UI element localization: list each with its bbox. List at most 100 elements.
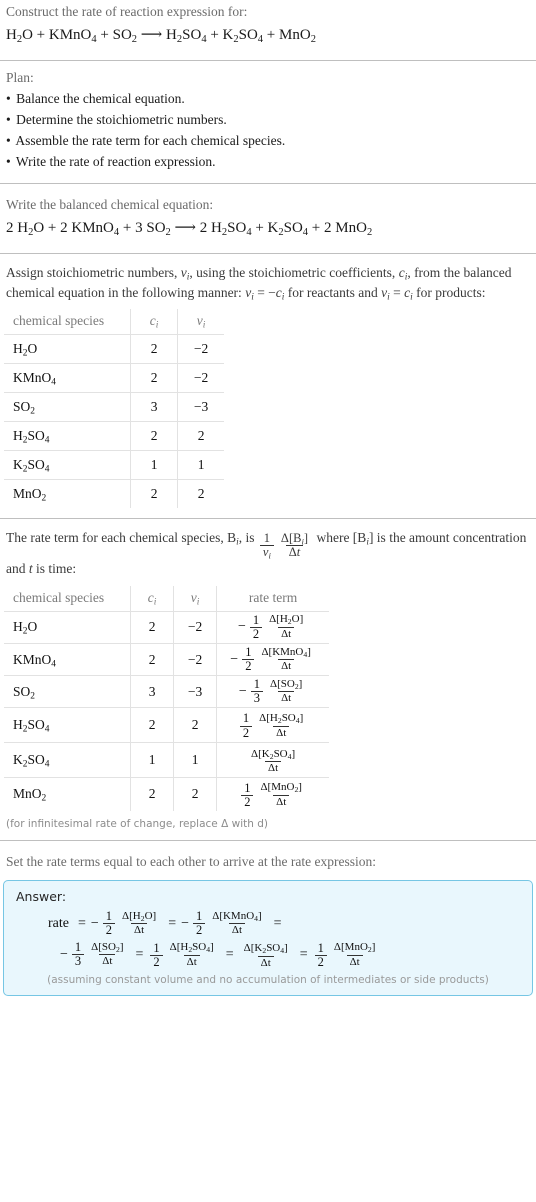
input-equation: H2O + KMnO4 + SO2 ⟶ H2SO4 + K2SO4 + MnO2 [0,22,536,50]
coefficient-denominator: 2 [241,794,254,809]
column-header-nu: νi [177,309,225,336]
rate-term: 1 2 Δ[MnO2] Δt [313,941,381,969]
cell-species: H2SO4 [4,707,132,743]
plan-heading: Plan: [6,70,34,85]
table-row: H2O 2 −2 [4,334,225,365]
sign: − [60,947,68,963]
b-symbol: Bi [227,530,239,548]
cell-c: 2 [130,610,175,644]
rate-expression-term: −1 2 Δ[KMnO4] Δt [181,909,269,937]
solution-page: Construct the rate of reaction expressio… [0,0,536,997]
table-row: KMnO4 2 −2 [4,363,225,394]
answer-note: (assuming constant volume and no accumul… [47,974,489,987]
equals-sign: = [168,915,177,931]
rate-expression-term: −1 2 Δ[H2O] Δt [90,909,163,937]
equals-sign: = [273,915,282,931]
delta-numerator: Δ[H2O] [122,909,157,923]
cell-c: 2 [130,334,179,365]
coefficient-numerator: 1 [253,677,260,692]
plan-step: • Determine the stoichiometric numbers. [6,110,530,131]
rate-term: Δ[K2SO4] Δt [239,943,293,969]
coefficient-denominator: 2 [102,923,116,937]
balanced-equation-text: 2 H2O + 2 KMnO4 + 3 SO2 ⟶ 2 H2SO4 + K2SO… [6,219,373,238]
rate-intro-text-2: , is [238,530,258,546]
rate-label: rate [48,915,69,931]
rate-term-table: chemical species ci νi rate term H2O 2 −2−… [4,585,330,812]
cell-c: 2 [130,479,179,509]
sign: − [230,651,239,667]
delta-fraction: Δ[MnO2] Δt [257,782,304,808]
stoich-rule-products: νi = ci [381,284,413,303]
divider [0,840,536,842]
rate-expression: rate = −1 2 Δ[H2O] Δt = −1 2 Δ[KMnO4] Δt = −1 3… [14,909,522,969]
rate-table-footnote: (for infinitesimal rate of change, repla… [6,818,268,831]
column-header-nu: νi [173,585,218,612]
coefficient-fraction: 13 [250,677,263,705]
delta-fraction: Δ[SO2] Δt [267,677,305,705]
table-row: K2SO4 1 1 [4,450,225,481]
sign: − [237,619,246,635]
stoich-text-4: for reactants and [284,284,382,300]
cell-species: H2O [4,334,132,365]
delta-numerator: Δ[MnO2] [333,941,376,955]
column-header-species: chemical species [4,585,132,612]
delta-numerator: Δ[K2SO4] [251,747,296,761]
delta-numerator: Δ[SO2] [270,677,303,691]
plan-section: Plan: • Balance the chemical equation. •… [0,70,536,173]
rate-term: Δ[K2SO4] Δt [246,747,300,775]
plan-step: • Write the rate of reaction expression. [6,152,530,173]
cell-nu: 2 [177,479,225,509]
coefficient-numerator: 1 [242,711,250,726]
balanced-heading: Write the balanced chemical equation: [6,196,214,212]
coefficient-denominator: 2 [249,626,263,641]
equals-sign: = [135,947,144,963]
table-row: SO2 3 −3−1 3 Δ[SO2] Δt [4,675,330,709]
final-heading: Set the rate terms equal to each other t… [6,854,376,870]
delta-denominator: Δt [346,954,363,969]
rate-expression-term: −1 3 Δ[SO2] Δt [60,941,130,968]
bullet-icon: • [6,91,11,106]
cell-species: H2SO4 [4,421,132,452]
cell-rate-term: 1 2 Δ[H2SO4] Δt [216,707,330,743]
answer-label: Answer: [16,889,67,905]
coefficient-numerator: 1 [153,940,160,955]
sign: − [90,915,99,931]
rate-term: −1 3 Δ[SO2] Δt [60,941,128,968]
coefficient-fraction: 13 [71,941,85,968]
stoich-rule-reactants: νi = −ci [245,284,285,303]
delta-denominator: Δt [285,545,304,559]
column-header-c: ci [130,585,175,612]
coefficient-fraction: 12 [241,780,254,809]
delta-fraction: Δ[K2SO4] Δt [241,943,291,969]
balanced-equation: 2 H2O + 2 KMnO4 + 3 SO2 ⟶ 2 H2SO4 + K2SO… [0,215,536,243]
rate-term-general-formula: 1 νi Δ[Bi] Δt [258,531,313,560]
delta-denominator: Δt [228,923,246,937]
divider [0,60,536,61]
cell-nu: −3 [177,392,225,423]
coefficient-fraction: 12 [102,909,116,937]
coefficient-fraction: 12 [193,909,206,937]
delta-fraction: Δ[KMnO4] Δt [258,646,313,673]
cell-species: SO2 [4,675,132,709]
cell-species: MnO2 [4,776,132,812]
plan-step-label: Write the rate of reaction expression. [15,153,216,169]
table-row: SO2 3 −3 [4,392,225,423]
delta-denominator: Δt [183,954,200,969]
delta-denominator: Δt [257,955,274,970]
rate-expression-line-2: −1 3 Δ[SO2] Δt = 1 2 Δ[H2SO4] Δt = Δ[K2SO4] Δt … [48,940,522,969]
cell-nu: −2 [173,642,218,677]
stoich-paragraph: Assign stoichiometric numbers, νi, using… [0,263,536,304]
delta-numerator: Δ[Bi] [280,531,309,547]
coefficient-fraction: 1 νi [259,532,274,560]
plan-step-label: Assemble the rate term for each chemical… [15,132,286,148]
coefficient-numerator: 1 [244,780,251,795]
delta-fraction: Δ[H2O] Δt [266,614,306,640]
stoich-text-2: , using the stoichiometric coefficients, [189,264,399,280]
rate-term: 1 2 Δ[H2SO4] Δt [148,940,218,969]
cell-c: 3 [130,675,175,709]
delta-fraction: Δ[H2SO4] Δt [167,942,217,968]
cell-nu: 2 [173,707,218,743]
table-row: K2SO4 1 1 Δ[K2SO4] Δt [4,741,330,778]
bullet-icon: • [6,153,11,169]
divider [0,252,536,254]
